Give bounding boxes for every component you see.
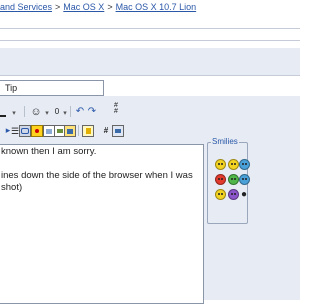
toolbar-separator <box>24 106 25 117</box>
cool-smiley-icon[interactable] <box>239 174 250 185</box>
laughing-smiley-icon[interactable] <box>228 174 239 185</box>
angry-smiley-icon[interactable] <box>215 174 226 185</box>
grin-smiley-icon[interactable] <box>215 189 226 200</box>
post-header-band <box>0 48 300 75</box>
toolbar-separator <box>70 106 71 117</box>
title-value: Tip <box>5 83 18 93</box>
insert-link-icon[interactable] <box>19 125 31 137</box>
breadcrumb-separator: > <box>107 2 113 12</box>
title-input[interactable]: Tip <box>0 80 104 96</box>
insert-email-icon[interactable] <box>31 125 43 137</box>
breadcrumb: and Services > Mac OS X > Mac OS X 10.7 Lion <box>0 0 300 14</box>
wrap-php-icon[interactable] <box>112 125 124 137</box>
breadcrumb-link-services[interactable]: and Services <box>0 2 52 12</box>
chevron-down-icon[interactable]: ▾ <box>8 108 20 120</box>
insert-media-icon[interactable] <box>64 125 76 137</box>
section-divider <box>0 75 300 76</box>
quote-icon[interactable] <box>82 125 94 137</box>
message-line: known then I am sorry. <box>1 146 97 157</box>
breadcrumb-link-mac-os-x[interactable]: Mac OS X <box>63 2 104 12</box>
message-line: ines down the side of the browser when I… <box>1 170 193 181</box>
message-line <box>1 158 203 170</box>
redo-icon[interactable]: ↷ <box>86 106 98 118</box>
breadcrumb-separator: > <box>55 2 61 12</box>
smilies-legend: Smilies <box>211 137 239 147</box>
code-icon[interactable]: # <box>100 125 112 137</box>
smilies-panel: Smilies ● <box>207 137 250 224</box>
sleepy-smiley-icon[interactable] <box>228 159 239 170</box>
editor-toolbar: ▾ ☺ ▾ 0 ▾ ↶ ↷ # # ▸ ☰ # <box>0 102 140 144</box>
message-line: shot) <box>1 182 23 193</box>
apple-icon[interactable]: ● <box>239 189 249 200</box>
toolbar-separator <box>78 125 79 136</box>
font-color-swatch[interactable] <box>0 115 6 117</box>
message-textarea[interactable]: known then I am sorry. ines down the sid… <box>0 144 204 304</box>
more-options-icon[interactable]: # <box>110 106 122 118</box>
header-divider <box>0 40 300 41</box>
breadcrumb-link-lion[interactable]: Mac OS X 10.7 Lion <box>116 2 197 12</box>
smile-smiley-icon[interactable] <box>215 159 226 170</box>
confused-smiley-icon[interactable] <box>239 159 250 170</box>
header-divider <box>0 28 300 29</box>
purple-face-smiley-icon[interactable] <box>228 189 239 200</box>
undo-icon[interactable]: ↶ <box>74 106 86 118</box>
